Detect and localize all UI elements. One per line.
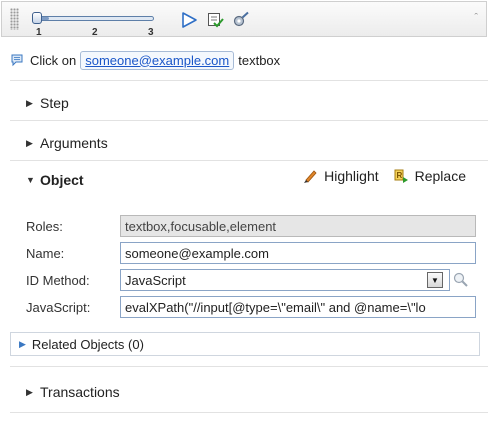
- drag-grip[interactable]: [10, 8, 19, 30]
- section-arguments-header[interactable]: ▶ Arguments: [10, 130, 480, 156]
- divider: [10, 366, 488, 367]
- id-method-row: ID Method: JavaScript: [26, 269, 482, 291]
- highlight-button[interactable]: Highlight: [302, 168, 379, 184]
- section-arguments-label: Arguments: [40, 135, 108, 151]
- step-description: Click on someone@example.com textbox: [10, 49, 280, 71]
- related-objects-label: Related Objects (0): [31, 336, 144, 352]
- section-transactions-header[interactable]: ▶ Transactions: [10, 379, 480, 405]
- roles-field: textbox,focusable,element: [120, 215, 476, 237]
- step-description-prefix: Click on: [30, 52, 77, 68]
- step-description-suffix: textbox: [238, 52, 281, 68]
- toolbar: 1 2 3 ˆ: [1, 1, 487, 38]
- speech-bubble-icon: [11, 54, 23, 67]
- id-method-label: ID Method:: [26, 272, 90, 288]
- section-object-header[interactable]: ▼ Object: [10, 167, 210, 193]
- highlight-label: Highlight: [324, 168, 379, 184]
- name-field[interactable]: someone@example.com: [120, 242, 476, 264]
- replace-icon: R: [394, 169, 408, 183]
- slider-tick-3: 3: [148, 27, 154, 38]
- divider: [10, 412, 488, 413]
- slider-tick-1: 1: [36, 27, 42, 38]
- play-icon[interactable]: [180, 11, 198, 29]
- roles-row: Roles: textbox,focusable,element: [26, 215, 482, 237]
- name-label: Name:: [26, 245, 65, 261]
- name-row: Name: someone@example.com: [26, 242, 482, 264]
- highlighter-icon: [304, 170, 317, 183]
- id-method-select[interactable]: JavaScript: [120, 269, 450, 291]
- expand-triangle-icon: ▶: [26, 386, 33, 397]
- section-step-header[interactable]: ▶ Step: [10, 90, 480, 116]
- roles-label: Roles:: [26, 218, 63, 234]
- replace-button[interactable]: R Replace: [393, 168, 466, 184]
- slider-tick-2: 2: [92, 27, 98, 38]
- section-transactions-label: Transactions: [40, 384, 120, 400]
- javascript-field[interactable]: evalXPath("//input[@type=\"email\" and @…: [120, 296, 476, 318]
- divider: [10, 120, 488, 121]
- checklist-icon[interactable]: [206, 11, 224, 29]
- step-slider-thumb[interactable]: [32, 12, 42, 24]
- object-actions: Highlight R Replace: [288, 168, 466, 184]
- expand-triangle-icon: ▶: [26, 97, 33, 108]
- expand-triangle-icon: ▶: [26, 137, 33, 148]
- section-object-label: Object: [40, 172, 84, 188]
- chevron-down-icon[interactable]: ▼: [427, 272, 443, 288]
- replace-label: Replace: [414, 168, 466, 184]
- svg-text:R: R: [396, 171, 402, 180]
- double-chevron-up-icon[interactable]: ˆ: [474, 12, 478, 24]
- step-slider-track[interactable]: [36, 16, 154, 21]
- step-target-link[interactable]: someone@example.com: [80, 50, 235, 70]
- divider: [10, 80, 488, 81]
- object-spy-icon[interactable]: [452, 271, 470, 289]
- expand-triangle-icon: ▶: [19, 338, 26, 349]
- javascript-row: JavaScript: evalXPath("//input[@type=\"e…: [26, 296, 482, 318]
- divider: [10, 160, 488, 161]
- related-objects-header[interactable]: ▶ Related Objects (0): [10, 332, 480, 356]
- section-step-label: Step: [40, 95, 69, 111]
- javascript-label: JavaScript:: [26, 299, 91, 315]
- settings-search-icon[interactable]: [232, 11, 250, 29]
- collapse-triangle-icon: ▼: [26, 175, 35, 185]
